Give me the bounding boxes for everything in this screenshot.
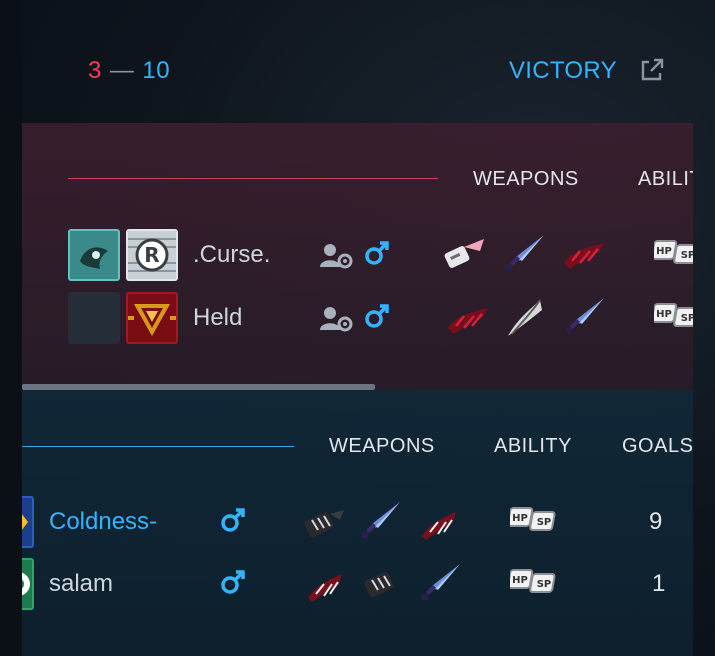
weapon-claw-icon bbox=[564, 243, 604, 269]
character-avatar-empty bbox=[68, 292, 120, 344]
svg-text:SP: SP bbox=[537, 517, 552, 528]
weapon-gauntlet-icon bbox=[304, 510, 344, 538]
svg-text:R: R bbox=[144, 243, 159, 267]
player-name[interactable]: .Curse. bbox=[193, 241, 270, 269]
match-result: VICTORY bbox=[509, 57, 617, 84]
svg-text:HP: HP bbox=[656, 309, 672, 320]
weapon-claw-icon bbox=[448, 308, 488, 334]
external-link-icon[interactable] bbox=[638, 56, 666, 84]
table-row[interactable]: salam HP SP 1 bbox=[22, 556, 693, 612]
weapon-scythe-icon bbox=[508, 299, 542, 336]
blue-col-ability: ABILITY bbox=[494, 435, 572, 457]
clan-v-icon bbox=[128, 304, 176, 336]
clan-emblem: R bbox=[126, 229, 178, 281]
score-red: 3 bbox=[88, 57, 102, 84]
red-team-panel: WEAPONS ABILITY R .Curse. bbox=[22, 123, 693, 390]
left-edge bbox=[0, 0, 22, 656]
clan-emblem-icon bbox=[22, 514, 28, 530]
clan-r-icon: R bbox=[128, 231, 176, 279]
svg-text:HP: HP bbox=[512, 575, 528, 586]
character-avatar bbox=[68, 229, 120, 281]
table-row[interactable]: Coldness- HP SP 9 bbox=[22, 494, 693, 550]
male-icon bbox=[221, 508, 245, 532]
goals-count: 1 bbox=[652, 570, 666, 597]
red-col-weapons: WEAPONS bbox=[473, 168, 579, 190]
score-separator: — bbox=[109, 57, 135, 84]
weapon-claw-icon bbox=[422, 512, 456, 540]
clan-emblem bbox=[22, 496, 34, 548]
weapon-gauntlet-icon bbox=[364, 571, 394, 598]
clan-emblem bbox=[22, 558, 34, 610]
male-icon bbox=[221, 570, 245, 594]
svg-text:SP: SP bbox=[681, 250, 693, 261]
ability-hp-sp-icon: HP SP bbox=[654, 240, 693, 264]
weapon-sword-icon bbox=[566, 298, 604, 334]
red-col-ability: ABILITY bbox=[638, 168, 693, 190]
player-name[interactable]: Held bbox=[193, 304, 242, 332]
weapon-gauntlet-icon bbox=[444, 239, 484, 268]
blue-col-weapons: WEAPONS bbox=[329, 435, 435, 457]
player-name[interactable]: salam bbox=[49, 570, 113, 598]
svg-text:SP: SP bbox=[537, 579, 552, 590]
blue-team-panel: WEAPONS ABILITY GOALS Coldness- HP SP 9 … bbox=[22, 390, 693, 656]
table-row[interactable]: R .Curse. HP SP bbox=[22, 227, 693, 283]
score-blue: 10 bbox=[142, 57, 171, 84]
player-name[interactable]: Coldness- bbox=[49, 508, 157, 536]
svg-text:HP: HP bbox=[656, 246, 672, 257]
male-icon bbox=[365, 304, 389, 328]
ability-hp-sp-icon: HP SP bbox=[654, 303, 693, 327]
weapon-sword-icon bbox=[506, 235, 544, 271]
ability-hp-sp-icon: HP SP bbox=[510, 569, 556, 593]
clan-emblem-icon bbox=[22, 572, 30, 596]
clan-emblem bbox=[126, 292, 178, 344]
table-row[interactable]: Held HP SP bbox=[22, 290, 693, 346]
blue-col-goals: GOALS bbox=[622, 435, 693, 457]
svg-text:SP: SP bbox=[681, 313, 693, 324]
male-icon bbox=[365, 241, 389, 265]
weapon-sword-icon bbox=[422, 564, 460, 600]
add-friend-icon[interactable] bbox=[320, 243, 354, 269]
weapon-sword-icon bbox=[362, 502, 400, 538]
character-icon bbox=[80, 247, 108, 269]
blue-team-divider bbox=[22, 446, 294, 447]
ability-hp-sp-icon: HP SP bbox=[510, 507, 556, 531]
match-score: 3 — 10 bbox=[88, 57, 170, 85]
red-team-divider bbox=[68, 178, 438, 179]
svg-text:HP: HP bbox=[512, 513, 528, 524]
goals-count: 9 bbox=[649, 508, 663, 535]
weapon-claw-icon bbox=[308, 574, 342, 602]
add-friend-icon[interactable] bbox=[320, 306, 354, 332]
